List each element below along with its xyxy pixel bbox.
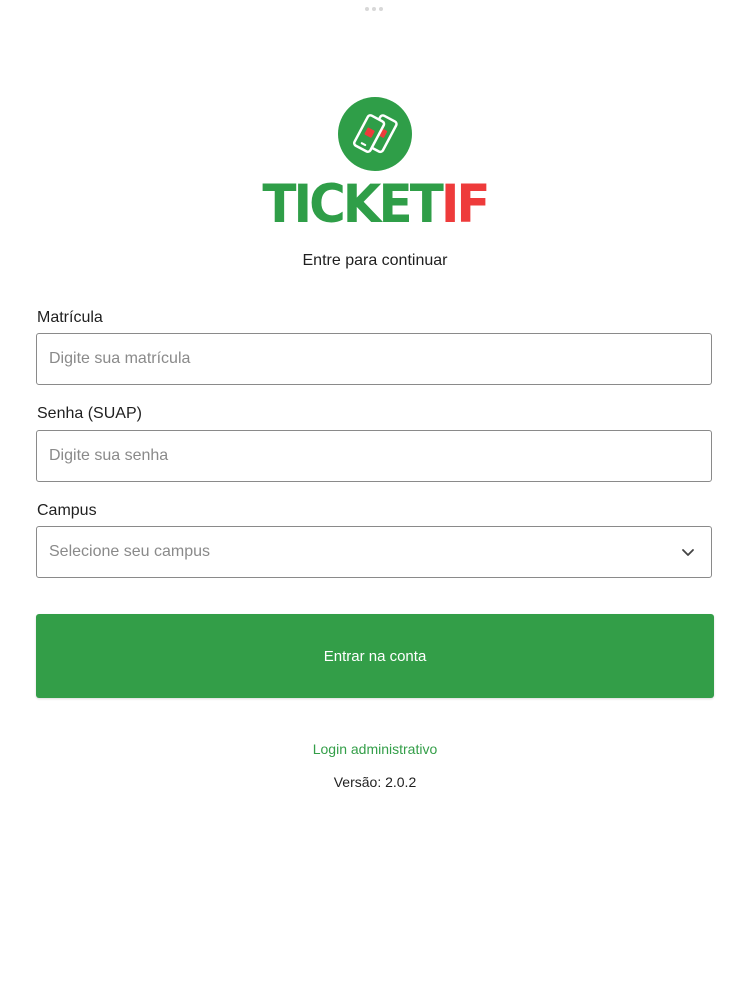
- window-handle-dots[interactable]: [365, 7, 383, 11]
- matricula-input[interactable]: [37, 334, 711, 384]
- brand-wordmark: TICKETIF: [262, 173, 490, 235]
- login-button[interactable]: Entrar na conta: [36, 614, 714, 698]
- campus-select[interactable]: Selecione seu campus: [36, 526, 712, 578]
- campus-label: Campus: [37, 502, 97, 519]
- version-label: Versão: 2.0.2: [333, 774, 417, 790]
- chevron-down-icon: [681, 545, 695, 559]
- campus-select-value: Selecione seu campus: [49, 543, 210, 560]
- matricula-field[interactable]: [36, 333, 712, 385]
- login-screen: TICKETIF Entre para continuar Matrícula …: [0, 0, 750, 1000]
- senha-field[interactable]: [36, 430, 712, 482]
- senha-input[interactable]: [37, 431, 711, 481]
- ticket-phone-icon: [338, 97, 412, 171]
- page-subtitle: Entre para continuar: [302, 252, 448, 269]
- matricula-label: Matrícula: [37, 309, 103, 326]
- admin-login-link[interactable]: Login administrativo: [0, 741, 750, 757]
- app-logo: TICKETIF: [0, 97, 750, 235]
- senha-label: Senha (SUAP): [37, 405, 142, 422]
